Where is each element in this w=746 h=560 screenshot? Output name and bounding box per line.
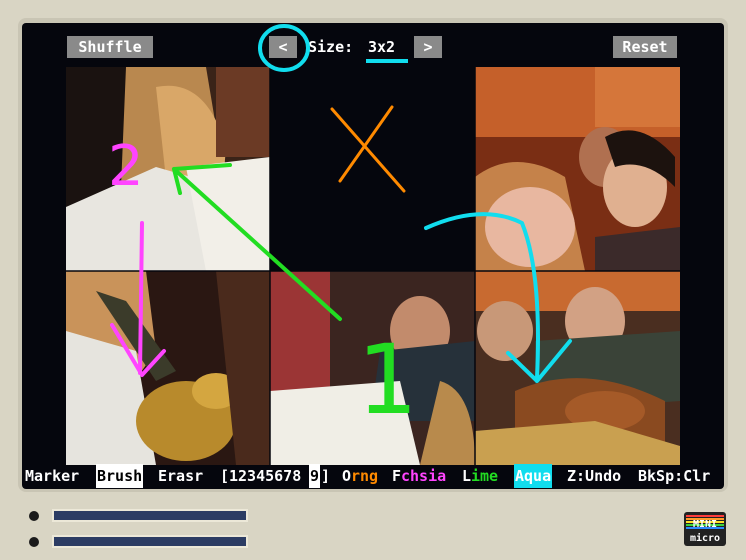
brush-tool[interactable]: Brush	[96, 464, 144, 488]
annotation-label-2: 2	[108, 134, 144, 199]
slider-1[interactable]	[52, 509, 248, 522]
marker-tool[interactable]: Marker	[25, 464, 79, 488]
slider-2[interactable]	[52, 535, 248, 548]
brush-size-options[interactable]: 12345678	[229, 464, 301, 488]
screen: Shuffle < Size: 3x2 > Reset 1 2 Marker B…	[22, 23, 724, 489]
brush-size-bracket-open: [	[220, 467, 230, 485]
brush-size-selected[interactable]: 9	[309, 464, 321, 488]
fuchsia-arrow-mark	[110, 221, 166, 377]
orange-x-mark	[330, 105, 406, 193]
mini-micro-logo-graphic: MINI micro	[686, 515, 724, 544]
color-aqua-selected[interactable]: Aqua	[514, 464, 553, 488]
svg-text:MINI: MINI	[693, 519, 717, 530]
mini-micro-logo: MINI micro	[684, 512, 726, 546]
status-bar: Marker Brush Erasr [ 12345678 9 ] O rng …	[22, 464, 724, 488]
color-lime-key[interactable]: L	[462, 464, 471, 488]
color-fuchsia-label[interactable]: chsia	[401, 464, 446, 488]
color-orange-key[interactable]: O	[342, 464, 351, 488]
eraser-tool[interactable]: Erasr	[158, 464, 203, 488]
knob-2[interactable]	[29, 537, 39, 547]
aqua-circle-mark	[258, 24, 310, 72]
undo-hint[interactable]: Z:Undo	[567, 464, 621, 488]
color-orange-label[interactable]: rng	[351, 464, 378, 488]
annotation-layer[interactable]: 1 2	[22, 23, 724, 489]
annotation-label-1: 1	[357, 324, 418, 436]
lime-arrow-mark	[172, 163, 342, 321]
color-lime-label[interactable]: ime	[471, 464, 498, 488]
svg-text:micro: micro	[690, 532, 720, 544]
clear-hint[interactable]: BkSp:Clr	[638, 464, 710, 488]
color-fuchsia-key[interactable]: F	[392, 464, 401, 488]
brush-size-bracket-close: ]	[321, 467, 331, 485]
knob-1[interactable]	[29, 511, 39, 521]
aqua-arrow-mark	[424, 212, 572, 383]
